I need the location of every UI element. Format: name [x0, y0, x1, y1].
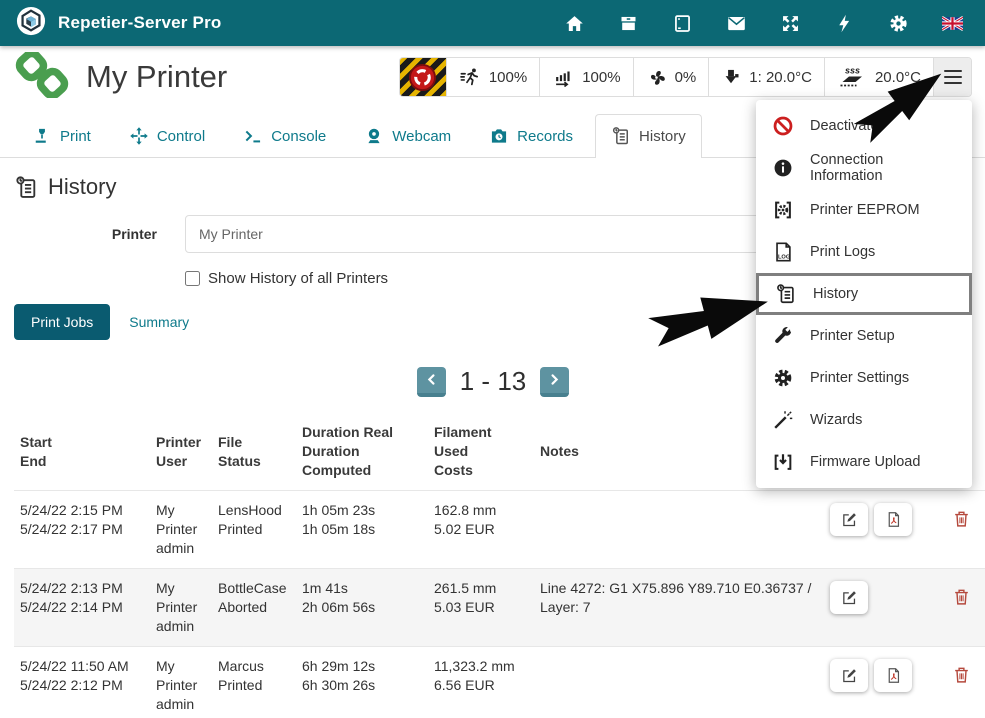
edit-note-button[interactable]	[830, 659, 868, 692]
deactivate-icon	[771, 114, 795, 138]
section-heading: History	[48, 174, 116, 200]
delete-entry-button[interactable]	[952, 665, 971, 687]
svg-text:sss: sss	[845, 66, 860, 76]
printer-status-bar: 100% 100% 0% 1: 20.0°C sss 20.0°C	[399, 57, 972, 97]
tab-webcam[interactable]: Webcam	[348, 114, 467, 157]
print-nozzle-icon	[32, 126, 52, 146]
pdf-report-button[interactable]	[874, 503, 912, 536]
uk-flag-icon[interactable]	[942, 13, 963, 34]
pdf-icon	[885, 667, 902, 684]
page-range-label: 1 - 13	[460, 366, 527, 397]
history-icon	[611, 126, 631, 146]
link-icon	[14, 52, 70, 103]
tablet-icon[interactable]	[672, 13, 693, 34]
edit-icon	[841, 589, 858, 606]
mail-icon[interactable]	[726, 13, 747, 34]
trash-icon	[952, 587, 971, 606]
printer-select-label: Printer	[14, 226, 185, 242]
trash-icon	[952, 665, 971, 684]
tab-history[interactable]: History	[595, 114, 702, 158]
trash-icon	[952, 509, 971, 528]
prev-page-button[interactable]	[417, 367, 446, 397]
hamburger-icon	[944, 70, 962, 85]
gear-icon	[771, 366, 795, 390]
pdf-icon	[885, 511, 902, 528]
chevron-left-icon	[425, 373, 438, 386]
show-all-printers-checkbox[interactable]	[185, 271, 200, 286]
edit-icon	[841, 511, 858, 528]
box-icon[interactable]	[618, 13, 639, 34]
tab-console[interactable]: Console	[227, 114, 342, 157]
menu-item-print-logs[interactable]: LOG Print Logs	[756, 231, 972, 273]
gear-icon[interactable]	[888, 13, 909, 34]
speed-status[interactable]: 100%	[446, 58, 539, 96]
brand[interactable]: Repetier-Server Pro	[16, 6, 221, 41]
console-prompt-icon	[243, 126, 263, 146]
tab-print[interactable]: Print	[16, 114, 107, 157]
table-row: 5/24/22 11:50 AM5/24/22 2:12 PM My Print…	[14, 647, 985, 718]
pdf-report-button[interactable]	[874, 659, 912, 692]
extruder-status[interactable]: 1: 20.0°C	[708, 58, 824, 96]
wrench-icon	[771, 324, 795, 348]
home-icon[interactable]	[564, 13, 585, 34]
expand-icon[interactable]	[780, 13, 801, 34]
history-icon	[774, 282, 798, 306]
firmware-upload-icon	[771, 450, 795, 474]
printer-menu-button[interactable]	[933, 58, 971, 96]
edit-note-button[interactable]	[830, 503, 868, 536]
table-row: 5/24/22 2:15 PM5/24/22 2:17 PM My Printe…	[14, 491, 985, 569]
printer-header: My Printer 100% 100% 0% 1: 20.0°C sss 20…	[0, 46, 985, 108]
extruder-icon	[721, 67, 741, 87]
bolt-icon[interactable]	[834, 13, 855, 34]
menu-item-printer-settings[interactable]: Printer Settings	[756, 357, 972, 399]
printer-title: My Printer	[86, 59, 227, 95]
info-icon	[771, 156, 795, 180]
menu-item-history[interactable]: History	[756, 273, 972, 315]
tab-records[interactable]: Records	[473, 114, 589, 157]
log-file-icon: LOG	[771, 240, 795, 264]
menu-item-printer-eeprom[interactable]: Printer EEPROM	[756, 189, 972, 231]
app-title: Repetier-Server Pro	[58, 13, 221, 33]
delete-entry-button[interactable]	[952, 509, 971, 531]
control-arrows-icon	[129, 126, 149, 146]
records-camera-icon	[489, 126, 509, 146]
repetier-logo-icon	[16, 6, 46, 41]
chevron-right-icon	[548, 373, 561, 386]
menu-item-deactivate[interactable]: Deactivate	[756, 105, 972, 147]
fan-icon	[646, 67, 667, 88]
heated-bed-icon: sss	[837, 65, 867, 89]
speed-runner-icon	[459, 66, 481, 88]
edit-note-button[interactable]	[830, 581, 868, 614]
summary-button[interactable]: Summary	[129, 314, 189, 330]
magic-wand-icon	[771, 408, 795, 432]
webcam-icon	[364, 126, 384, 146]
delete-entry-button[interactable]	[952, 587, 971, 609]
bed-status[interactable]: sss 20.0°C	[824, 58, 933, 96]
tab-control[interactable]: Control	[113, 114, 221, 157]
flow-status[interactable]: 100%	[539, 58, 632, 96]
menu-item-printer-setup[interactable]: Printer Setup	[756, 315, 972, 357]
svg-text:LOG: LOG	[778, 254, 791, 260]
next-page-button[interactable]	[540, 367, 569, 397]
menu-item-wizards[interactable]: Wizards	[756, 399, 972, 441]
fan-status[interactable]: 0%	[633, 58, 709, 96]
print-jobs-button[interactable]: Print Jobs	[14, 304, 110, 340]
history-heading-icon	[14, 175, 39, 200]
menu-item-firmware-upload[interactable]: Firmware Upload	[756, 441, 972, 483]
table-row: 5/24/22 2:13 PM5/24/22 2:14 PM My Printe…	[14, 569, 985, 647]
edit-icon	[841, 667, 858, 684]
flow-bars-icon	[552, 66, 574, 88]
top-navbar: Repetier-Server Pro	[0, 0, 985, 46]
printer-dropdown-menu: Deactivate Connection Information Printe…	[756, 100, 972, 488]
emergency-stop-button[interactable]	[400, 58, 446, 96]
eeprom-chip-icon	[771, 198, 795, 222]
menu-item-connection-information[interactable]: Connection Information	[756, 147, 972, 189]
